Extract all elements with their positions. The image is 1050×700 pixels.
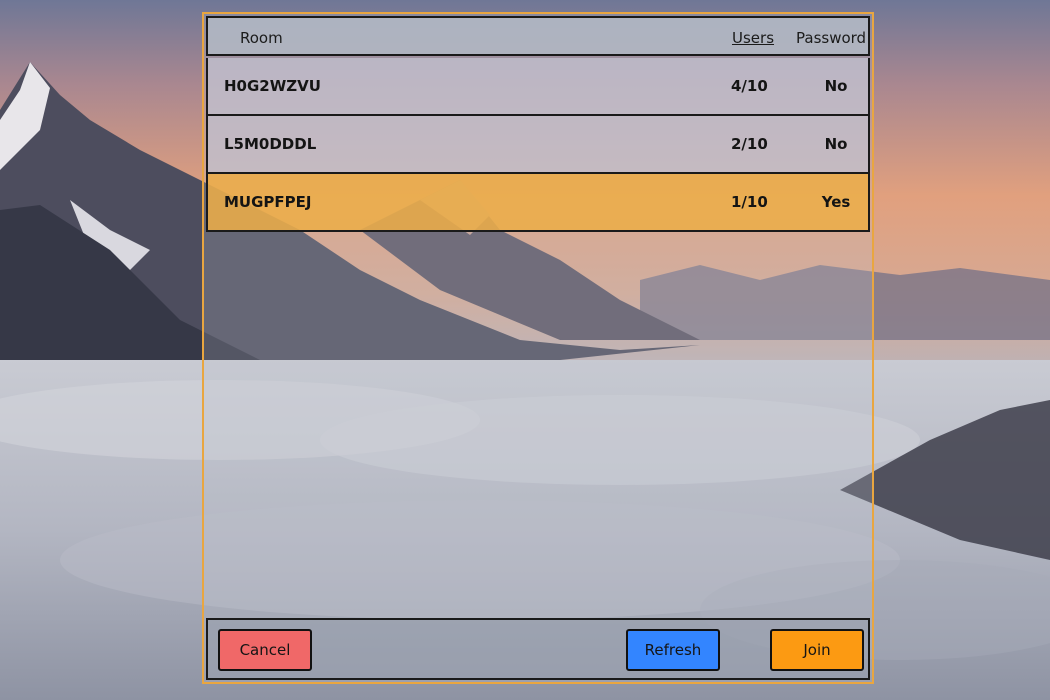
room-row[interactable]: L5M0DDDL 2/10 No [206, 116, 870, 174]
room-name: L5M0DDDL [224, 135, 317, 153]
room-name: MUGPFPEJ [224, 193, 312, 211]
room-password-flag: Yes [821, 193, 851, 211]
room-user-count: 1/10 [731, 193, 768, 211]
join-button[interactable]: Join [770, 629, 864, 671]
room-user-count: 4/10 [731, 77, 768, 95]
users-column-header[interactable]: Users [732, 29, 774, 47]
cancel-button[interactable]: Cancel [218, 629, 312, 671]
refresh-button[interactable]: Refresh [626, 629, 720, 671]
room-table-header: Room Users Password [206, 16, 870, 56]
password-column-header[interactable]: Password [796, 29, 866, 47]
dialog-footer: Cancel Refresh Join [206, 618, 870, 680]
room-row[interactable]: H0G2WZVU 4/10 No [206, 58, 870, 116]
room-password-flag: No [824, 135, 848, 153]
room-list-panel: Room Users Password H0G2WZVU 4/10 No L5M… [202, 12, 874, 684]
room-user-count: 2/10 [731, 135, 768, 153]
room-row-selected[interactable]: MUGPFPEJ 1/10 Yes [206, 174, 870, 232]
room-name: H0G2WZVU [224, 77, 321, 95]
room-column-header: Room [240, 29, 283, 47]
room-password-flag: No [824, 77, 848, 95]
